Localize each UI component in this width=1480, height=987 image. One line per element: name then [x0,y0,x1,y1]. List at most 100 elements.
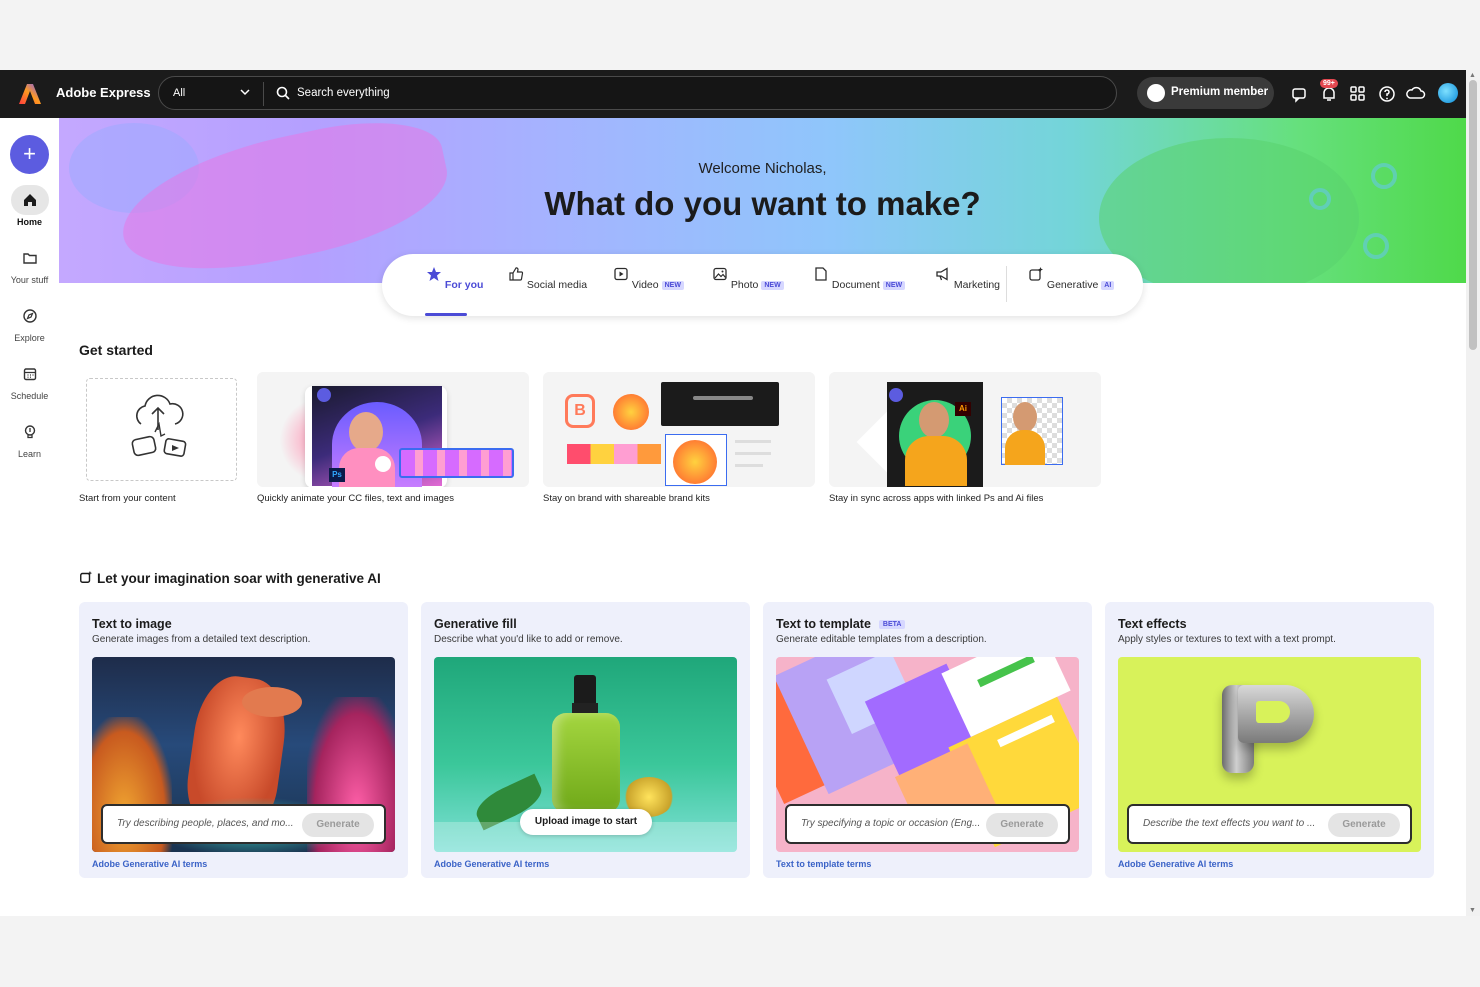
megaphone-icon [936,267,948,281]
home-icon [23,194,36,206]
search-scope-select[interactable]: All [173,87,185,99]
tab-document[interactable]: Document NEW [813,266,906,291]
page-scrollbar[interactable]: ▲ ▼ [1466,70,1480,916]
get-started-card-linked[interactable]: Ai [829,372,1101,487]
rail-item-explore[interactable]: Explore [0,301,59,343]
scrollbar-thumb[interactable] [1469,80,1477,350]
premium-label: Premium member [1171,86,1269,98]
star-icon [427,267,441,281]
compass-icon [22,309,37,323]
welcome-text: Welcome Nicholas, [698,160,827,177]
get-started-caption: Stay in sync across apps with linked Ps … [829,493,1044,504]
generate-button[interactable]: Generate [1328,813,1400,837]
app-window: Adobe Express All Search everything Prem… [0,70,1466,916]
get-started-card-animate[interactable]: Ps [257,372,529,487]
tab-social-media[interactable]: Social media [508,266,587,291]
ai-card-description: Generate editable templates from a descr… [776,634,987,645]
ai-card-description: Describe what you'd like to add or remov… [434,634,623,645]
ai-terms-link[interactable]: Adobe Generative AI terms [1118,859,1233,869]
rail-item-label: Learn [17,449,42,459]
upload-image-button[interactable]: Upload image to start [520,809,652,835]
help-icon[interactable] [1377,84,1397,104]
tab-label: Social media [526,279,588,291]
folder-icon [22,253,37,264]
prompt-input[interactable]: Describe the text effects you want to ..… [1143,818,1323,829]
tab-label: Document [831,279,880,291]
tab-photo[interactable]: Photo NEW [712,266,784,291]
top-bar: Adobe Express All Search everything Prem… [0,70,1466,118]
rail-item-your-stuff[interactable]: Your stuff [0,243,59,285]
new-badge: NEW [761,281,784,290]
ai-card-text-to-image[interactable]: Text to image Generate images from a det… [79,602,408,878]
tab-marketing[interactable]: Marketing [935,266,1000,291]
tab-label: Marketing [953,279,1001,291]
hero-decoration [1363,233,1389,259]
chat-icon[interactable] [1290,84,1310,104]
ai-card-text-effects[interactable]: Text effects Apply styles or textures to… [1105,602,1434,878]
get-started-card-upload[interactable] [79,372,243,487]
new-badge: NEW [882,281,906,290]
ai-terms-link[interactable]: Adobe Generative AI terms [92,859,207,869]
tab-label: Generative [1046,279,1099,291]
create-new-button[interactable]: + [10,135,49,174]
generative-ai-icon [1029,267,1043,281]
get-started-card-brand[interactable]: B [543,372,815,487]
avatar[interactable] [1438,83,1458,103]
text-to-image-prompt[interactable]: Try describing people, places, and mo...… [101,804,386,844]
thumbs-up-icon [509,267,524,281]
ai-terms-link[interactable]: Adobe Generative AI terms [434,859,549,869]
rail-item-label: Your stuff [10,275,49,285]
creative-cloud-icon[interactable] [1406,84,1426,104]
scroll-down-icon[interactable]: ▼ [1469,907,1476,914]
prompt-input[interactable]: Try specifying a topic or occasion (Eng.… [801,818,981,829]
tab-label: For you [444,279,484,291]
lightbulb-icon [24,425,35,439]
brand-name[interactable]: Adobe Express [56,85,151,100]
scroll-up-icon[interactable]: ▲ [1469,72,1476,79]
rail-item-schedule[interactable]: Schedule [0,359,59,401]
chevron-down-icon[interactable] [239,86,251,98]
search-divider [263,82,264,106]
text-effects-prompt[interactable]: Describe the text effects you want to ..… [1127,804,1412,844]
tab-label: Video [631,279,659,291]
prompt-input[interactable]: Try describing people, places, and mo... [117,818,297,829]
crown-icon [1147,84,1165,102]
rail-item-label: Explore [14,333,45,343]
text-to-template-prompt[interactable]: Try specifying a topic or occasion (Eng.… [785,804,1070,844]
tab-label: Photo [730,279,759,291]
search-bar[interactable]: All Search everything [158,76,1117,110]
search-icon [276,86,290,100]
tab-video[interactable]: Video NEW [613,266,684,291]
generative-ai-heading: Let your imagination soar with generativ… [97,571,381,586]
premium-member-button[interactable]: Premium member [1137,77,1274,109]
search-input[interactable]: Search everything [297,87,390,99]
page-title: What do you want to make? [544,185,981,222]
get-started-caption: Start from your content [79,493,176,504]
ai-card-image: Describe the text effects you want to ..… [1118,657,1421,852]
ai-card-text-to-template[interactable]: Text to template BETA Generate editable t… [763,602,1092,878]
tab-divider [1006,266,1007,302]
active-tab-indicator [425,313,467,316]
apps-grid-icon[interactable] [1348,84,1368,104]
category-tabs: For you Social media Video NEW Photo NEW D… [382,254,1143,316]
ai-card-title: Text to template BETA [776,617,906,631]
ai-card-image: Try describing people, places, and mo...… [92,657,395,852]
ai-card-image: Try specifying a topic or occasion (Eng.… [776,657,1079,852]
play-icon [614,267,628,281]
rail-item-home[interactable]: Home [0,185,59,227]
tab-for-you[interactable]: For you [426,266,483,291]
generate-button[interactable]: Generate [302,813,374,837]
ai-card-generative-fill[interactable]: Generative fill Describe what you'd like… [421,602,750,878]
tab-generative[interactable]: Generative AI [1028,266,1115,291]
generate-button[interactable]: Generate [986,813,1058,837]
ai-card-title: Generative fill [434,617,517,631]
upload-cloud-icon [131,394,187,457]
get-started-caption: Stay on brand with shareable brand kits [543,493,710,504]
template-terms-link[interactable]: Text to template terms [776,859,871,869]
adobe-express-logo-icon[interactable] [18,82,42,106]
calendar-icon [23,368,36,381]
rail-item-label: Home [16,217,42,227]
rail-item-label: Schedule [10,391,49,401]
ai-card-title: Text to image [92,617,172,631]
rail-item-learn[interactable]: Learn [0,417,59,459]
